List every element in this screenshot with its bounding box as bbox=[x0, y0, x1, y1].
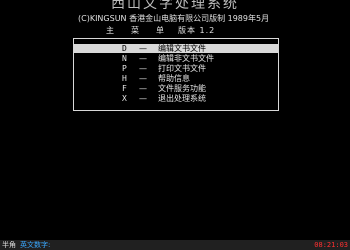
app-title: 西山文字处理系统 bbox=[111, 0, 239, 12]
menu-item-key: X bbox=[122, 94, 127, 103]
menu-item-key: H bbox=[122, 74, 127, 83]
menu-header-char2: 单 bbox=[156, 26, 165, 35]
menu-item-help[interactable]: H — 帮助信息 bbox=[74, 74, 278, 83]
menu-item-key: F bbox=[122, 84, 127, 93]
menu-item-dash: — bbox=[139, 64, 147, 73]
dos-screen: 西山文字处理系统 (C)KINGSUN 香港金山电脑有限公司版制 1989年5月… bbox=[0, 0, 350, 250]
menu-item-edit-nondocument[interactable]: N — 编辑非文书文件 bbox=[74, 54, 278, 63]
menu-item-print-document[interactable]: P — 打印文书文件 bbox=[74, 64, 278, 73]
menu-item-label: 帮助信息 bbox=[158, 74, 190, 83]
input-mode: 半角 bbox=[2, 241, 16, 249]
menu-item-dash: — bbox=[139, 44, 147, 53]
menu-item-label: 打印文书文件 bbox=[158, 64, 206, 73]
status-bar: 半角 英文数字: 08:21:03 bbox=[0, 240, 350, 250]
menu-item-dash: — bbox=[139, 54, 147, 63]
clock: 08:21:03 bbox=[314, 241, 348, 249]
menu-item-label: 编辑文书文件 bbox=[158, 44, 206, 53]
copyright-line: (C)KINGSUN 香港金山电脑有限公司版制 1989年5月 bbox=[78, 14, 270, 23]
menu-item-dash: — bbox=[139, 84, 147, 93]
menu-item-file-services[interactable]: F — 文件服务功能 bbox=[74, 84, 278, 93]
menu-item-label: 编辑非文书文件 bbox=[158, 54, 214, 63]
menu-item-exit[interactable]: X — 退出处理系统 bbox=[74, 94, 278, 103]
menu-header-char1: 菜 bbox=[131, 26, 140, 35]
menu-item-dash: — bbox=[139, 74, 147, 83]
menu-item-dash: — bbox=[139, 94, 147, 103]
menu-item-key: D bbox=[122, 44, 127, 53]
status-left: 半角 英文数字: bbox=[2, 240, 50, 250]
menu-item-label: 文件服务功能 bbox=[158, 84, 206, 93]
menu-item-key: N bbox=[122, 54, 127, 63]
input-method-label: 英文数字: bbox=[20, 241, 51, 249]
menu-header-main: 主 bbox=[106, 26, 115, 35]
menu-item-label: 退出处理系统 bbox=[158, 94, 206, 103]
menu-item-edit-document[interactable]: D — 编辑文书文件 bbox=[74, 44, 278, 53]
menu-item-key: P bbox=[122, 64, 127, 73]
menu-version: 版本 1.2 bbox=[178, 26, 216, 35]
